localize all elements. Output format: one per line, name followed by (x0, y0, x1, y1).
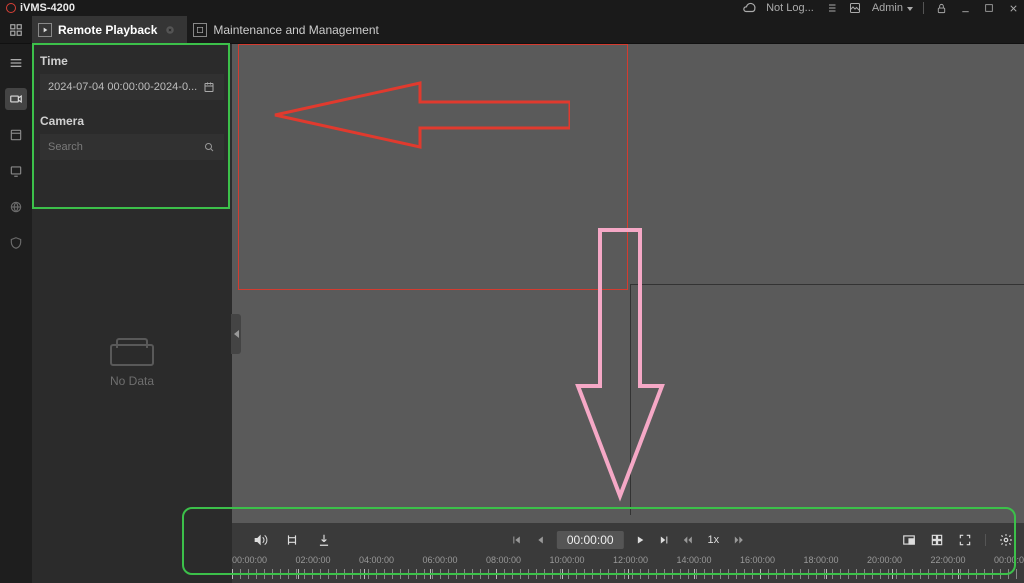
current-time-display: 00:00:00 (557, 531, 624, 549)
maintenance-icon (193, 23, 207, 37)
user-menu[interactable]: Admin (872, 2, 913, 14)
tab-close-icon[interactable] (163, 23, 177, 37)
grid-divider-h (631, 284, 1024, 285)
time-heading: Time (40, 54, 224, 68)
tl-label: 12:00:00 (613, 555, 677, 567)
minimize-icon[interactable] (958, 1, 972, 15)
window-layout-icon[interactable] (901, 532, 917, 548)
grid-layout-icon[interactable] (929, 532, 945, 548)
speed-down-icon[interactable] (680, 532, 696, 548)
app-title: iVMS-4200 (20, 2, 75, 14)
tl-label: 08:00:00 (486, 555, 550, 567)
annotation-red-left-arrow (270, 80, 570, 150)
settings-icon[interactable] (998, 532, 1014, 548)
tl-label: 14:00:00 (677, 555, 741, 567)
tabbar: Remote Playback Maintenance and Manageme… (0, 16, 1024, 44)
cloud-icon[interactable] (742, 1, 756, 15)
nav-shield-icon[interactable] (5, 232, 27, 254)
nav-strip (0, 44, 32, 583)
image-icon[interactable] (848, 1, 862, 15)
timeline-labels: 00:00:00 02:00:00 04:00:00 06:00:00 08:0… (232, 555, 1024, 567)
divider-icon (923, 2, 924, 14)
annotation-red-box (238, 44, 628, 290)
lock-icon[interactable] (934, 1, 948, 15)
tl-label: 18:00:00 (804, 555, 868, 567)
grid-divider-v (630, 284, 631, 515)
camera-search-input[interactable]: Search (40, 134, 224, 160)
camera-heading: Camera (40, 114, 224, 128)
collapse-panel-button[interactable] (231, 314, 241, 354)
playback-icon (38, 23, 52, 37)
cloud-status-text: Not Log... (766, 2, 814, 14)
annotation-pink-down-arrow (574, 226, 666, 506)
tab-maintenance[interactable]: Maintenance and Management (187, 16, 388, 44)
volume-icon[interactable] (252, 532, 268, 548)
skip-back-icon[interactable] (509, 532, 525, 548)
fullscreen-icon[interactable] (957, 532, 973, 548)
tl-label: 06:00:00 (423, 555, 487, 567)
speed-up-icon[interactable] (731, 532, 747, 548)
search-placeholder: Search (48, 141, 83, 153)
timeline-major-ticks (232, 569, 1024, 579)
no-data-text: No Data (110, 374, 154, 388)
video-area[interactable]: 00:00:00 1x (232, 44, 1024, 583)
playback-control-bar: 00:00:00 1x (232, 523, 1024, 583)
date-range-input[interactable]: 2024-07-04 00:00:00-2024-0... (40, 74, 224, 100)
timeline[interactable]: 00:00:00 02:00:00 04:00:00 06:00:00 08:0… (232, 555, 1024, 583)
date-range-text: 2024-07-04 00:00:00-2024-0... (48, 81, 197, 93)
tl-label: 00:00:00 (232, 555, 296, 567)
tab-label: Remote Playback (58, 23, 157, 37)
tab-label: Maintenance and Management (213, 23, 378, 37)
tl-label: 16:00:00 (740, 555, 804, 567)
calendar-icon (202, 80, 216, 94)
search-icon (202, 140, 216, 154)
skip-forward-icon[interactable] (656, 532, 672, 548)
divider-icon (985, 534, 986, 546)
step-back-icon[interactable] (533, 532, 549, 548)
titlebar: iVMS-4200 Not Log... Admin (0, 0, 1024, 16)
nav-event-icon[interactable] (5, 124, 27, 146)
tl-label: 04:00:00 (359, 555, 423, 567)
side-panel: Time 2024-07-04 00:00:00-2024-0... Camer… (32, 44, 232, 583)
download-icon[interactable] (316, 532, 332, 548)
nav-hamburger-icon[interactable] (5, 52, 27, 74)
play-icon[interactable] (632, 532, 648, 548)
tl-label: 20:00:00 (867, 555, 931, 567)
speed-display: 1x (704, 534, 724, 546)
maximize-icon[interactable] (982, 1, 996, 15)
empty-box-icon (110, 344, 154, 366)
tl-label: 10:00:00 (550, 555, 614, 567)
nav-camera-icon[interactable] (5, 88, 27, 110)
close-icon[interactable] (1006, 1, 1020, 15)
tab-remote-playback[interactable]: Remote Playback (32, 16, 187, 44)
no-data-indicator: No Data (32, 344, 232, 388)
home-grid-button[interactable] (0, 16, 32, 44)
nav-globe-icon[interactable] (5, 196, 27, 218)
tl-label: 00:00:0 (994, 555, 1024, 567)
tl-label: 22:00:00 (931, 555, 995, 567)
clip-icon[interactable] (284, 532, 300, 548)
list-icon[interactable] (824, 1, 838, 15)
tl-label: 02:00:00 (296, 555, 360, 567)
nav-monitor-icon[interactable] (5, 160, 27, 182)
app-logo-icon (6, 3, 16, 13)
main-area: Time 2024-07-04 00:00:00-2024-0... Camer… (0, 44, 1024, 583)
